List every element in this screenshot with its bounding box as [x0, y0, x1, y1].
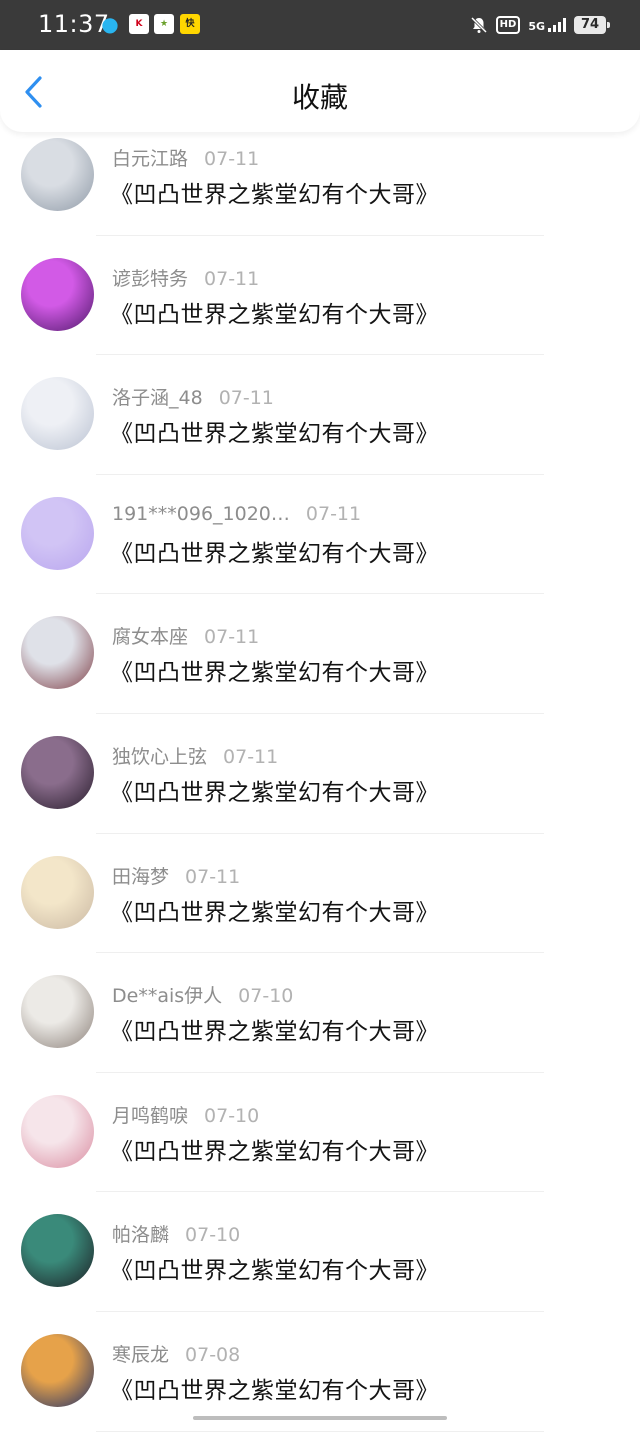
bag-app-icon: ★ — [154, 14, 174, 34]
status-indicators: HD 5G 74 — [470, 13, 610, 37]
divider — [96, 234, 544, 236]
work-title[interactable]: 《凹凸世界之紫堂幻有个大哥》 — [110, 534, 439, 568]
divider — [96, 1071, 544, 1073]
item-meta: De**ais伊人 07-10 — [112, 981, 293, 1008]
qq-app-icon: ● — [101, 12, 119, 36]
list-item[interactable]: 洛子涵_48 07-11 《凹凸世界之紫堂幻有个大哥》 — [0, 371, 640, 491]
item-meta: 191***096_1020… 07-11 — [112, 503, 361, 525]
signal-icon — [548, 18, 566, 32]
list-item[interactable]: 独饮心上弦 07-11 《凹凸世界之紫堂幻有个大哥》 — [0, 730, 640, 850]
kfc-app-icon: K — [129, 14, 149, 34]
item-meta: 独饮心上弦 07-11 — [112, 742, 278, 769]
status-bar: 11:37 ● K ★ 快 HD 5G 74 — [0, 0, 640, 50]
user-name[interactable]: 独饮心上弦 — [112, 742, 207, 769]
favorite-date: 07-11 — [218, 387, 274, 410]
work-title[interactable]: 《凹凸世界之紫堂幻有个大哥》 — [110, 295, 439, 329]
divider — [96, 1191, 544, 1193]
home-indicator[interactable] — [193, 1416, 447, 1420]
item-meta: 谚彭特务 07-11 — [112, 264, 259, 291]
favorite-date: 07-11 — [204, 626, 260, 649]
item-meta: 月鸣鹤唳 07-10 — [112, 1101, 259, 1128]
item-meta: 田海梦 07-11 — [112, 862, 240, 889]
nav-bar: 收藏 — [0, 50, 640, 132]
kuaikan-app-icon: 快 — [180, 14, 200, 34]
avatar[interactable] — [21, 138, 94, 211]
work-title[interactable]: 《凹凸世界之紫堂幻有个大哥》 — [110, 414, 439, 448]
list-item[interactable]: 田海梦 07-11 《凹凸世界之紫堂幻有个大哥》 — [0, 850, 640, 970]
divider — [96, 1430, 544, 1432]
work-title[interactable]: 《凹凸世界之紫堂幻有个大哥》 — [110, 1012, 439, 1046]
user-name[interactable]: 191***096_1020… — [112, 503, 290, 525]
divider — [96, 593, 544, 595]
user-name[interactable]: 洛子涵_48 — [112, 383, 203, 410]
list-item[interactable]: 191***096_1020… 07-11 《凹凸世界之紫堂幻有个大哥》 — [0, 491, 640, 611]
item-meta: 帕洛麟 07-10 — [112, 1220, 240, 1247]
work-title[interactable]: 《凹凸世界之紫堂幻有个大哥》 — [110, 1371, 439, 1405]
user-name[interactable]: 帕洛麟 — [112, 1220, 169, 1247]
favorite-date: 07-10 — [238, 985, 294, 1008]
user-name[interactable]: 寒辰龙 — [112, 1340, 169, 1367]
favorite-date: 07-10 — [185, 1224, 241, 1247]
favorite-date: 07-11 — [204, 267, 260, 290]
divider — [96, 473, 544, 475]
list-item[interactable]: 帕洛麟 07-10 《凹凸世界之紫堂幻有个大哥》 — [0, 1208, 640, 1328]
favorite-date: 07-08 — [185, 1343, 241, 1366]
work-title[interactable]: 《凹凸世界之紫堂幻有个大哥》 — [110, 773, 439, 807]
item-meta: 腐女本座 07-11 — [112, 622, 259, 649]
avatar[interactable] — [21, 1333, 94, 1407]
divider — [96, 832, 544, 834]
divider — [96, 952, 544, 954]
divider — [96, 354, 544, 356]
divider — [96, 1310, 544, 1312]
user-name[interactable]: 谚彭特务 — [112, 264, 188, 291]
avatar[interactable] — [21, 1214, 94, 1288]
user-name[interactable]: 月鸣鹤唳 — [112, 1101, 188, 1128]
user-name[interactable]: 腐女本座 — [112, 622, 188, 649]
avatar[interactable] — [21, 975, 94, 1049]
work-title[interactable]: 《凹凸世界之紫堂幻有个大哥》 — [110, 1251, 439, 1285]
item-meta: 寒辰龙 07-08 — [112, 1340, 240, 1367]
work-title[interactable]: 《凹凸世界之紫堂幻有个大哥》 — [110, 1132, 439, 1166]
favorite-date: 07-11 — [305, 502, 362, 525]
avatar[interactable] — [21, 855, 94, 929]
list-item[interactable]: 月鸣鹤唳 07-10 《凹凸世界之紫堂幻有个大哥》 — [0, 1089, 640, 1209]
avatar[interactable] — [21, 377, 94, 451]
network-type: 5G — [528, 18, 566, 32]
list-item[interactable]: De**ais伊人 07-10 《凹凸世界之紫堂幻有个大哥》 — [0, 969, 640, 1089]
status-time: 11:37 — [38, 10, 110, 38]
divider — [96, 712, 544, 714]
user-name[interactable]: De**ais伊人 — [112, 981, 222, 1008]
battery-icon: 74 — [574, 16, 610, 34]
hd-badge: HD — [495, 16, 521, 34]
page-title: 收藏 — [291, 81, 348, 114]
favorite-date: 07-10 — [204, 1104, 260, 1127]
avatar[interactable] — [21, 1094, 94, 1168]
mute-bell-icon — [470, 16, 487, 34]
user-name[interactable]: 田海梦 — [112, 862, 169, 889]
avatar[interactable] — [21, 257, 94, 331]
list-item[interactable]: 谚彭特务 07-11 《凹凸世界之紫堂幻有个大哥》 — [0, 252, 640, 372]
favorite-date: 07-11 — [223, 745, 279, 768]
favorites-list: 白元江路 07-11 《凹凸世界之紫堂幻有个大哥》 谚彭特务 07-11 《凹凸世界之紫堂… — [0, 132, 640, 1448]
list-item[interactable]: 白元江路 07-11 《凹凸世界之紫堂幻有个大哥》 — [0, 132, 640, 252]
list-item[interactable]: 寒辰龙 07-08 《凹凸世界之紫堂幻有个大哥》 — [0, 1328, 640, 1448]
avatar[interactable] — [21, 735, 94, 809]
list-item[interactable]: 腐女本座 07-11 《凹凸世界之紫堂幻有个大哥》 — [0, 610, 640, 730]
avatar[interactable] — [21, 496, 94, 570]
favorite-date: 07-11 — [204, 148, 260, 170]
item-meta: 洛子涵_48 07-11 — [112, 383, 274, 410]
work-title[interactable]: 《凹凸世界之紫堂幻有个大哥》 — [110, 653, 439, 687]
work-title[interactable]: 《凹凸世界之紫堂幻有个大哥》 — [110, 893, 439, 927]
user-name[interactable]: 白元江路 — [112, 144, 188, 171]
favorite-date: 07-11 — [185, 865, 241, 888]
work-title[interactable]: 《凹凸世界之紫堂幻有个大哥》 — [110, 175, 439, 209]
avatar[interactable] — [21, 616, 94, 690]
item-meta: 白元江路 07-11 — [112, 144, 259, 171]
